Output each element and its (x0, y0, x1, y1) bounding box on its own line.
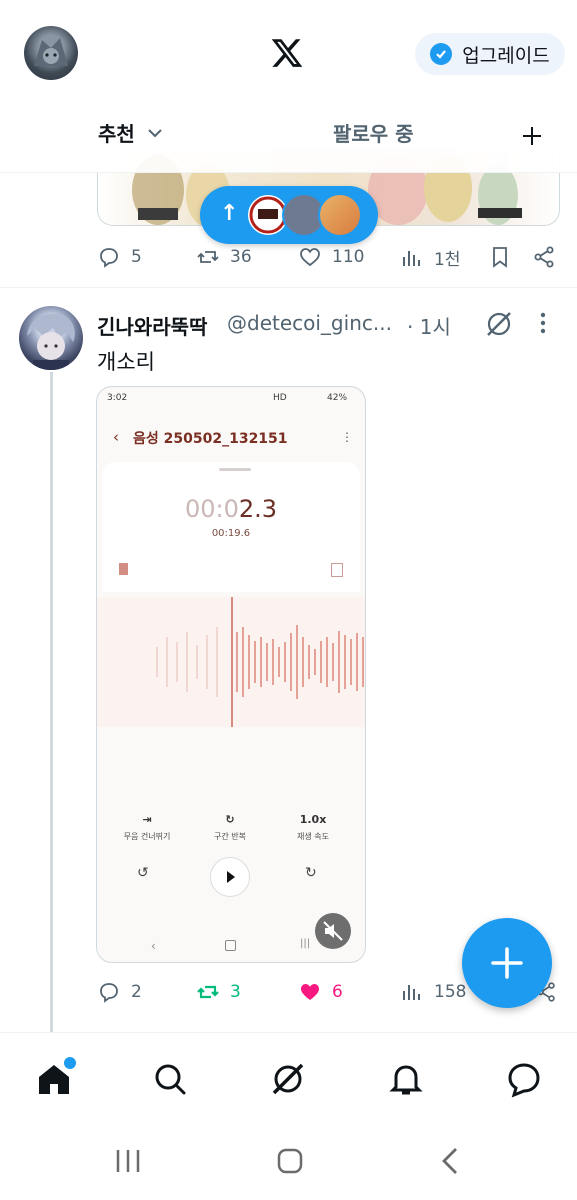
heart-filled-icon (301, 984, 319, 1000)
top-header: 업그레이드 추천 팔로우 중 (0, 0, 577, 173)
grok-nav-icon[interactable] (268, 1059, 308, 1099)
nav-back-icon: ‹ (151, 939, 156, 953)
heart-icon (300, 248, 320, 267)
mute-toggle-icon[interactable] (315, 913, 351, 949)
play-button (210, 857, 250, 897)
tweet-media-image[interactable]: 3:02 HD 42% ‹ 음성 250502_132151 ⋮ 00:02.3… (96, 386, 366, 963)
nav-home-icon (225, 940, 236, 951)
new-posts-pill[interactable]: ↑ (200, 186, 378, 244)
grok-icon[interactable] (484, 309, 514, 339)
tweet-time[interactable]: · 1시 (407, 311, 451, 340)
author-name[interactable]: 긴나와라뚝딱 (97, 311, 207, 340)
home-button-icon[interactable] (276, 1147, 304, 1179)
recording-card (102, 462, 360, 592)
reply-icon (100, 983, 118, 1003)
messages-icon[interactable] (504, 1059, 544, 1099)
verified-badge-icon (430, 43, 453, 65)
reply-button[interactable]: 5 (97, 245, 142, 269)
skip-silence-label: 무음 건너뛰기 (123, 832, 171, 841)
kebab-icon: ⋮ (341, 430, 353, 444)
views-count: 1천 (434, 250, 461, 270)
views-button[interactable]: 158 (400, 980, 466, 1004)
repeat-icon: ↻ (225, 813, 235, 826)
media-status-time: 3:02 (107, 393, 128, 403)
repeat-section-label: 구간 반복 (214, 832, 246, 841)
total-time: 00:19.6 (211, 528, 251, 539)
repost-button[interactable]: 36 (196, 245, 252, 269)
back-chevron-icon: ‹ (113, 428, 119, 446)
speed-label: 재생 속도 (297, 832, 329, 841)
elapsed-time-dim: 00:0 (184, 495, 239, 523)
media-status-bar: 3:02 HD 42% (97, 387, 365, 409)
divider (0, 287, 577, 288)
plus-icon (491, 947, 523, 979)
views-button[interactable]: 1천 (400, 245, 460, 270)
media-status-net: HD (273, 393, 287, 403)
tab-recommended-label: 추천 (98, 122, 135, 146)
more-options-icon[interactable] (533, 311, 553, 335)
compose-button[interactable] (462, 918, 552, 1008)
nav-recent-icon: ||| (300, 938, 311, 949)
reply-count: 5 (131, 247, 142, 267)
drag-handle (219, 468, 251, 471)
profile-avatar[interactable] (24, 26, 78, 80)
elapsed-time: 00:02.3 (97, 495, 365, 523)
notifications-icon[interactable] (386, 1059, 426, 1099)
notification-dot (62, 1055, 78, 1071)
author-avatar[interactable] (19, 306, 83, 370)
repost-icon (197, 251, 219, 263)
bookmark-icon (119, 563, 128, 575)
repost-icon (197, 985, 219, 999)
upgrade-button[interactable]: 업그레이드 (415, 33, 565, 75)
system-nav-bar (0, 1122, 577, 1200)
back-icon[interactable] (440, 1146, 460, 1180)
skip-silence-icon: ⇥ (142, 813, 152, 826)
reply-icon (100, 248, 118, 268)
arrow-up-icon: ↑ (220, 201, 239, 226)
share-icon[interactable] (532, 245, 556, 269)
bookmark-icon[interactable] (488, 245, 512, 269)
recent-apps-icon[interactable] (114, 1148, 142, 1178)
like-button[interactable]: 110 (298, 245, 364, 269)
tab-recommended[interactable]: 추천 (98, 118, 163, 147)
speed-value: 1.0x (299, 813, 327, 826)
repost-count: 3 (230, 982, 241, 1002)
forward-icon: ↻ (305, 865, 317, 881)
waveform (97, 597, 365, 727)
rewind-icon: ↺ (137, 865, 149, 881)
thread-line (50, 372, 53, 1032)
reply-count: 2 (131, 982, 142, 1002)
tab-following[interactable]: 팔로우 중 (333, 118, 414, 147)
like-button[interactable]: 6 (298, 980, 343, 1004)
tweet-text: 개소리 (97, 350, 155, 374)
search-icon[interactable] (150, 1059, 190, 1099)
add-bookmark-icon (331, 563, 343, 577)
repost-button[interactable]: 3 (196, 980, 241, 1004)
author-handle[interactable]: @detecoi_ginc... (227, 311, 392, 335)
home-icon[interactable] (34, 1055, 78, 1099)
like-count: 6 (332, 982, 343, 1002)
media-status-battery: 42% (327, 393, 348, 403)
analytics-icon (403, 985, 420, 1000)
bottom-nav (0, 1032, 577, 1123)
elapsed-time-value: 2.3 (238, 495, 278, 523)
x-logo-icon[interactable] (270, 36, 304, 70)
add-tab-icon[interactable] (520, 124, 544, 148)
pill-avatar (318, 193, 362, 237)
upgrade-label: 업그레이드 (462, 44, 550, 67)
recording-title: 음성 250502_132151 (133, 431, 288, 447)
analytics-icon (403, 250, 420, 266)
repost-count: 36 (230, 247, 252, 267)
like-count: 110 (332, 247, 365, 267)
chevron-down-icon (148, 128, 162, 137)
reply-button[interactable]: 2 (97, 980, 142, 1004)
